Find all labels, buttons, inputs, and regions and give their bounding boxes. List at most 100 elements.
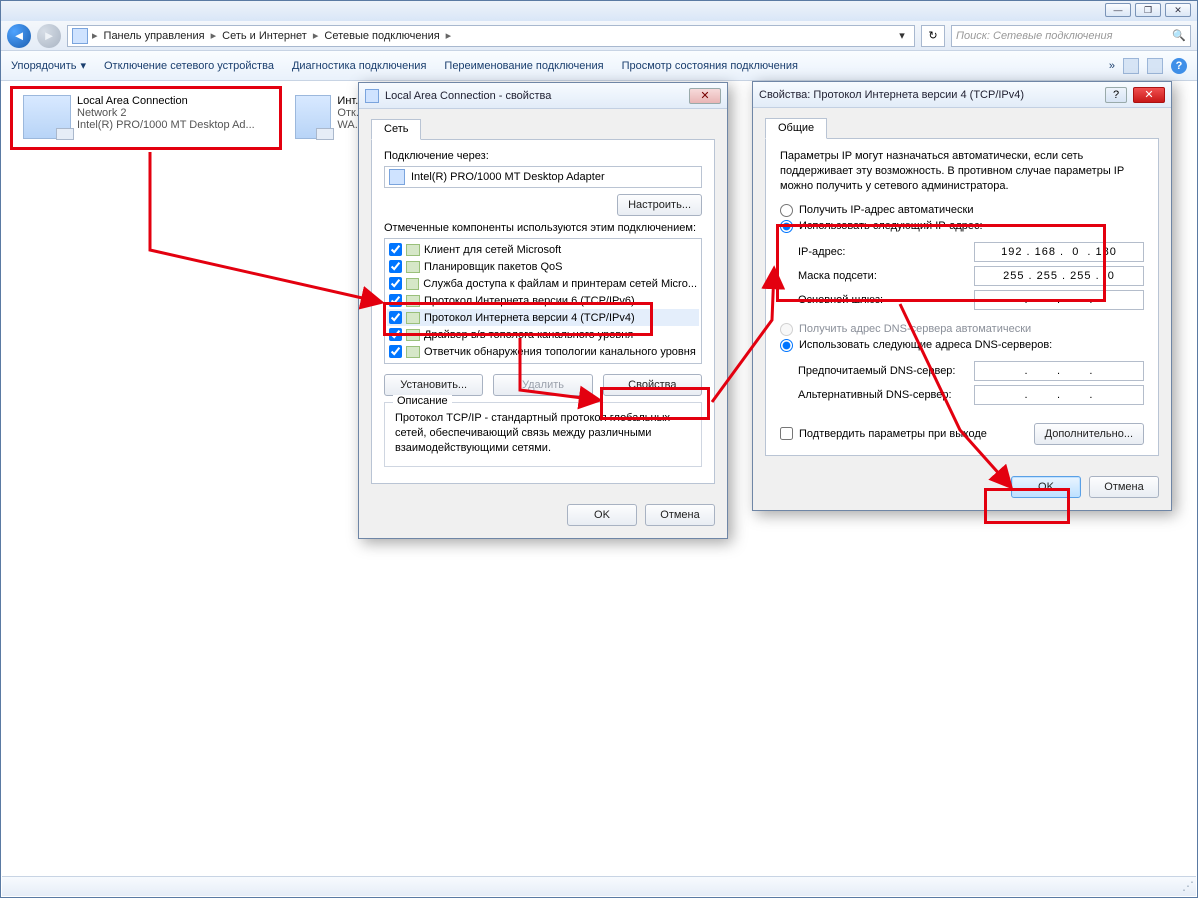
manual-dns-radio[interactable]: Использовать следующие адреса DNS-сервер… — [780, 339, 1144, 352]
component-label: Служба доступа к файлам и принтерам сете… — [423, 278, 697, 290]
nav-forward-button[interactable]: ► — [37, 24, 61, 48]
resize-grip-icon[interactable]: ⋰ — [1182, 879, 1193, 893]
crumb[interactable]: Панель управления — [102, 30, 207, 42]
search-placeholder: Поиск: Сетевые подключения — [956, 30, 1113, 42]
advanced-button[interactable]: Дополнительно... — [1034, 423, 1144, 445]
component-checkbox[interactable] — [389, 345, 402, 358]
configure-button[interactable]: Настроить... — [617, 194, 702, 216]
description-group: Описание Протокол TCP/IP - стандартный п… — [384, 402, 702, 467]
component-icon — [406, 346, 420, 358]
component-checkbox[interactable] — [389, 328, 402, 341]
components-label: Отмеченные компоненты используются этим … — [384, 222, 702, 234]
ok-button[interactable]: OK — [1011, 476, 1081, 498]
window-close-button[interactable]: ✕ — [1165, 3, 1191, 17]
dialog-close-button[interactable]: ✕ — [689, 88, 721, 104]
view-status-button[interactable]: Просмотр состояния подключения — [622, 60, 798, 72]
overflow-icon[interactable]: » — [1109, 60, 1115, 72]
ip-address-label: IP-адрес: — [798, 246, 974, 258]
component-checkbox[interactable] — [389, 311, 402, 324]
chevron-right-icon: ▸ — [209, 29, 219, 42]
auto-ip-label: Получить IP-адрес автоматически — [799, 204, 973, 216]
components-list[interactable]: Клиент для сетей Microsoft Планировщик п… — [384, 238, 702, 364]
organize-menu[interactable]: Упорядочить ▾ — [11, 59, 86, 72]
subnet-mask-input[interactable] — [974, 266, 1144, 286]
component-icon — [406, 329, 420, 341]
status-bar: ⋰ — [2, 876, 1196, 896]
component-icon — [406, 244, 420, 256]
manual-ip-radio[interactable]: Использовать следующий IP-адрес: — [780, 220, 1144, 233]
rename-button[interactable]: Переименование подключения — [444, 60, 603, 72]
component-checkbox[interactable] — [389, 277, 402, 290]
auto-ip-radio[interactable]: Получить IP-адрес автоматически — [780, 204, 1144, 217]
crumb[interactable]: Сетевые подключения — [322, 30, 441, 42]
refresh-icon: ↻ — [928, 29, 937, 42]
component-label: Клиент для сетей Microsoft — [424, 244, 561, 256]
confirm-on-exit-label: Подтвердить параметры при выходе — [799, 428, 987, 440]
tab-strip: Сеть — [371, 119, 715, 140]
remove-button[interactable]: Удалить — [493, 374, 592, 396]
tab-network[interactable]: Сеть — [371, 119, 421, 140]
disable-device-button[interactable]: Отключение сетевого устройства — [104, 60, 274, 72]
tab-strip: Общие — [765, 118, 1159, 139]
breadcrumb[interactable]: ▸ Панель управления ▸ Сеть и Интернет ▸ … — [67, 25, 915, 47]
ipv4-properties-dialog: Свойства: Протокол Интернета версии 4 (T… — [752, 81, 1172, 511]
manual-dns-label: Использовать следующие адреса DNS-сервер… — [799, 339, 1052, 351]
gateway-input[interactable] — [974, 290, 1144, 310]
organize-label: Упорядочить — [11, 60, 76, 72]
dialog-titlebar[interactable]: Свойства: Протокол Интернета версии 4 (T… — [753, 82, 1171, 108]
refresh-button[interactable]: ↻ — [921, 25, 945, 47]
connection-adapter: Intel(R) PRO/1000 MT Desktop Ad... — [77, 119, 255, 131]
window-maximize-button[interactable]: ❐ — [1135, 3, 1161, 17]
preferred-dns-label: Предпочитаемый DNS-сервер: — [798, 365, 974, 377]
preferred-dns-input[interactable] — [974, 361, 1144, 381]
component-item: Служба доступа к файлам и принтерам сете… — [387, 275, 699, 292]
component-icon — [406, 278, 419, 290]
cancel-button[interactable]: Отмена — [1089, 476, 1159, 498]
auto-dns-label: Получить адрес DNS-сервера автоматически — [799, 323, 1031, 335]
address-bar: ◄ ► ▸ Панель управления ▸ Сеть и Интерне… — [1, 21, 1197, 51]
confirm-on-exit-checkbox[interactable]: Подтвердить параметры при выходе — [780, 427, 987, 440]
alternate-dns-input[interactable] — [974, 385, 1144, 405]
install-button[interactable]: Установить... — [384, 374, 483, 396]
component-item: Протокол Интернета версии 6 (TCP/IPv6) — [387, 292, 699, 309]
adapter-field: Intel(R) PRO/1000 MT Desktop Adapter — [384, 166, 702, 188]
component-label: Протокол Интернета версии 4 (TCP/IPv4) — [424, 312, 635, 324]
ip-address-input[interactable] — [974, 242, 1144, 262]
component-checkbox[interactable] — [389, 243, 402, 256]
preview-pane-button[interactable] — [1147, 58, 1163, 74]
view-options-button[interactable] — [1123, 58, 1139, 74]
crumb[interactable]: Сеть и Интернет — [220, 30, 309, 42]
description-text: Протокол TCP/IP - стандартный протокол г… — [395, 411, 691, 456]
connection-name: Local Area Connection — [77, 95, 255, 107]
component-item: Протокол Интернета версии 4 (TCP/IPv4) — [387, 309, 699, 326]
dialog-icon — [365, 89, 379, 103]
dialog-help-button[interactable]: ? — [1105, 87, 1127, 103]
cancel-button[interactable]: Отмена — [645, 504, 715, 526]
component-item: Драйвер в/в тополога канального уровня — [387, 326, 699, 343]
connection-tile-local[interactable]: Local Area Connection Network 2 Intel(R)… — [18, 90, 278, 144]
alternate-dns-label: Альтернативный DNS-сервер: — [798, 389, 974, 401]
component-icon — [406, 295, 420, 307]
help-icon[interactable]: ? — [1171, 58, 1187, 74]
tab-general[interactable]: Общие — [765, 118, 827, 139]
search-input[interactable]: Поиск: Сетевые подключения 🔍 — [951, 25, 1191, 47]
location-icon — [72, 28, 88, 44]
component-label: Ответчик обнаружения топологии канальног… — [424, 346, 696, 358]
nav-back-button[interactable]: ◄ — [7, 24, 31, 48]
adapter-name: Intel(R) PRO/1000 MT Desktop Adapter — [411, 171, 605, 183]
dialog-title: Свойства: Протокол Интернета версии 4 (T… — [759, 89, 1099, 101]
command-bar: Упорядочить ▾ Отключение сетевого устрой… — [1, 51, 1197, 81]
component-checkbox[interactable] — [389, 260, 402, 273]
diagnose-button[interactable]: Диагностика подключения — [292, 60, 426, 72]
component-label: Планировщик пакетов QoS — [424, 261, 563, 273]
chevron-down-icon[interactable]: ▾ — [894, 29, 910, 42]
window-minimize-button[interactable]: — — [1105, 3, 1131, 17]
dialog-close-button[interactable]: ✕ — [1133, 87, 1165, 103]
properties-button[interactable]: Свойства — [603, 374, 702, 396]
component-checkbox[interactable] — [389, 294, 402, 307]
ok-button[interactable]: OK — [567, 504, 637, 526]
window-titlebar: — ❐ ✕ — [1, 1, 1197, 21]
dialog-titlebar[interactable]: Local Area Connection - свойства ✕ — [359, 83, 727, 109]
dialog-title: Local Area Connection - свойства — [385, 90, 683, 102]
connection-properties-dialog: Local Area Connection - свойства ✕ Сеть … — [358, 82, 728, 539]
